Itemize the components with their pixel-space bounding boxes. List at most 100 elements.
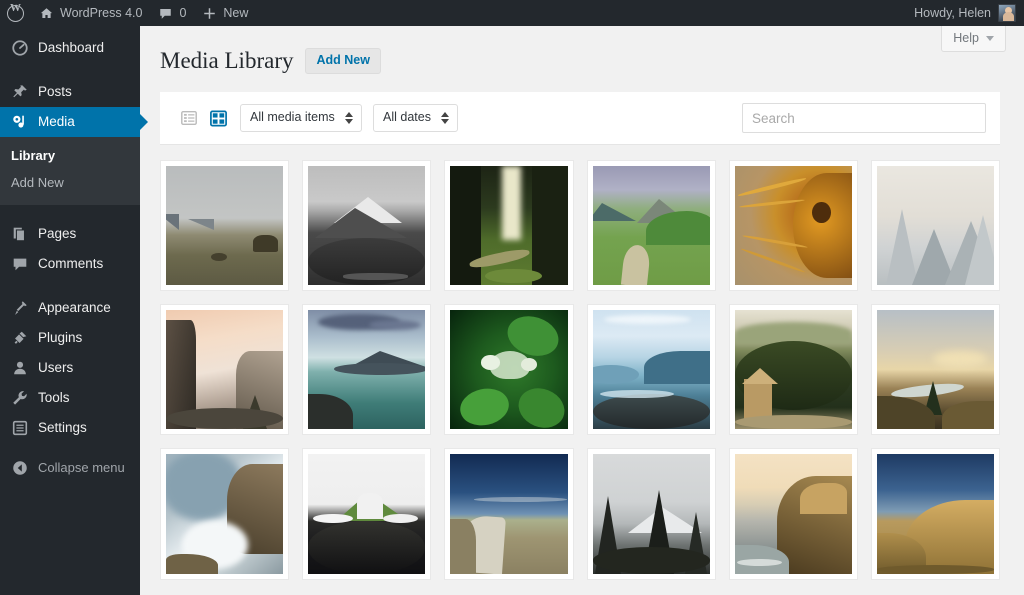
media-grid [160, 160, 1000, 580]
pin-icon [11, 83, 29, 101]
plus-icon [202, 6, 217, 21]
help-button[interactable]: Help [941, 26, 1006, 52]
media-item[interactable] [587, 448, 716, 579]
media-filter-select[interactable]: All media items [240, 104, 362, 132]
media-thumbnail [735, 166, 852, 285]
media-thumbnail [166, 166, 283, 285]
sidebar-item-label: Users [38, 361, 73, 375]
media-thumbnail [877, 166, 994, 285]
add-new-button[interactable]: Add New [305, 48, 380, 74]
sidebar-item-tools[interactable]: Tools [0, 383, 140, 413]
media-item[interactable] [444, 304, 573, 435]
media-thumbnail [877, 310, 994, 429]
settings-sliders-icon [11, 419, 29, 437]
media-thumbnail [308, 166, 425, 285]
sidebar-item-settings[interactable]: Settings [0, 413, 140, 443]
media-thumbnail [593, 454, 710, 573]
page-title: Media Library [160, 48, 293, 74]
sidebar-item-pages[interactable]: Pages [0, 219, 140, 249]
new-content-menu[interactable]: New [194, 0, 256, 26]
view-switch [178, 107, 229, 129]
grid-view-button[interactable] [207, 107, 229, 129]
sidebar-item-plugins[interactable]: Plugins [0, 323, 140, 353]
media-thumbnail [735, 454, 852, 573]
media-thumbnail [308, 454, 425, 573]
page-header: Media Library Add New [140, 26, 1024, 74]
media-item[interactable] [160, 304, 289, 435]
media-icon [11, 113, 29, 131]
sidebar-item-posts[interactable]: Posts [0, 77, 140, 107]
collapse-menu-button[interactable]: Collapse menu [0, 453, 140, 483]
media-thumbnail [308, 310, 425, 429]
wordpress-logo-icon [7, 5, 24, 22]
media-item[interactable] [444, 448, 573, 579]
sidebar-item-label: Posts [38, 85, 72, 99]
media-item[interactable] [871, 448, 1000, 579]
paintbrush-icon [11, 299, 29, 317]
sidebar-item-label: Dashboard [38, 41, 104, 55]
wordpress-logo-menu[interactable] [0, 0, 31, 26]
sidebar-item-appearance[interactable]: Appearance [0, 293, 140, 323]
media-item[interactable] [160, 160, 289, 291]
media-thumbnail [166, 454, 283, 573]
media-item[interactable] [587, 160, 716, 291]
media-item[interactable] [729, 448, 858, 579]
media-item[interactable] [871, 160, 1000, 291]
howdy-label: Howdy, Helen [914, 6, 991, 20]
sidebar-item-label: Pages [38, 227, 76, 241]
list-view-button[interactable] [178, 107, 200, 129]
dashboard-icon [11, 39, 29, 57]
media-thumbnail [166, 310, 283, 429]
plug-icon [11, 329, 29, 347]
media-toolbar: All media items All dates [160, 92, 1000, 145]
sidebar-item-label: Media [38, 115, 75, 129]
site-name-label: WordPress 4.0 [60, 6, 142, 20]
admin-bar: WordPress 4.0 0 New Howdy, Helen [0, 0, 1024, 26]
sidebar-item-label: Plugins [38, 331, 82, 345]
content-area: Help Media Library Add New [140, 26, 1024, 595]
submenu-item-library[interactable]: Library [0, 143, 140, 170]
media-thumbnail [450, 166, 567, 285]
sidebar-item-dashboard[interactable]: Dashboard [0, 33, 140, 63]
media-thumbnail [450, 454, 567, 573]
list-view-icon [180, 109, 198, 127]
pages-icon [11, 225, 29, 243]
date-filter-select[interactable]: All dates [373, 104, 458, 132]
media-item[interactable] [587, 304, 716, 435]
comment-bubble-icon [11, 255, 29, 273]
media-item[interactable] [302, 448, 431, 579]
collapse-menu-label: Collapse menu [38, 460, 125, 475]
media-item[interactable] [871, 304, 1000, 435]
media-item[interactable] [302, 304, 431, 435]
media-thumbnail [593, 166, 710, 285]
user-icon [11, 359, 29, 377]
my-account-menu[interactable]: Howdy, Helen [914, 4, 1024, 22]
media-item[interactable] [160, 448, 289, 579]
sidebar-item-label: Comments [38, 257, 103, 271]
comment-bubble-icon [158, 6, 173, 21]
date-filter-wrap: All dates [373, 104, 458, 132]
media-item[interactable] [444, 160, 573, 291]
admin-sidebar-menu: Dashboard Posts Media Library Add New [0, 26, 140, 595]
help-button-label: Help [953, 31, 979, 45]
comments-menu[interactable]: 0 [150, 0, 194, 26]
wrench-icon [11, 389, 29, 407]
media-thumbnail [735, 310, 852, 429]
sidebar-item-media[interactable]: Media [0, 107, 140, 137]
sidebar-item-comments[interactable]: Comments [0, 249, 140, 279]
wordpress-admin-screen: WordPress 4.0 0 New Howdy, Helen Da [0, 0, 1024, 595]
site-name-menu[interactable]: WordPress 4.0 [31, 0, 150, 26]
sidebar-item-users[interactable]: Users [0, 353, 140, 383]
media-item[interactable] [729, 304, 858, 435]
media-submenu: Library Add New [0, 137, 140, 205]
submenu-item-add-new[interactable]: Add New [0, 170, 140, 197]
media-thumbnail [593, 310, 710, 429]
media-thumbnail [450, 310, 567, 429]
media-item[interactable] [729, 160, 858, 291]
media-item[interactable] [302, 160, 431, 291]
new-content-label: New [223, 6, 248, 20]
media-filter-wrap: All media items [240, 104, 362, 132]
search-input[interactable] [742, 103, 986, 133]
comments-count: 0 [179, 6, 186, 20]
sidebar-item-label: Settings [38, 421, 87, 435]
